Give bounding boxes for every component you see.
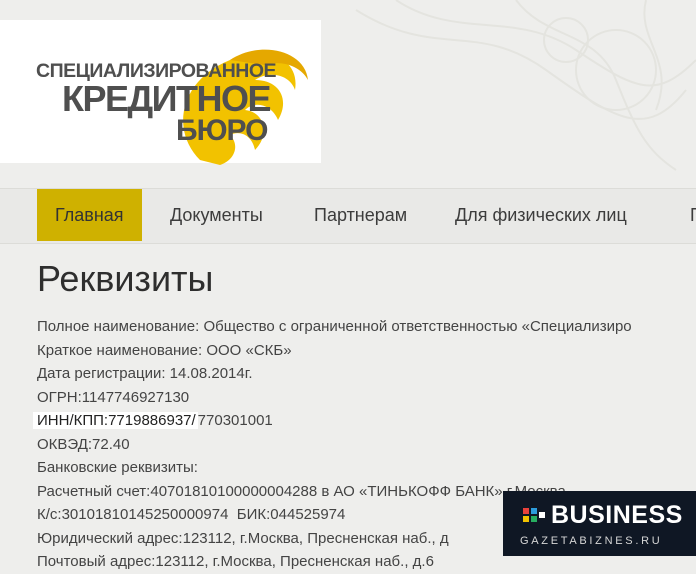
- logo-square-icon: [523, 516, 529, 522]
- inn-highlight: ИНН/КПП:7719886937/: [33, 412, 198, 429]
- page-title: Реквизиты: [37, 258, 214, 299]
- detail-okved: ОКВЭД:72.40: [37, 435, 130, 453]
- nav-item-more[interactable]: П: [690, 189, 696, 241]
- nav-item-individuals[interactable]: Для физических лиц: [455, 189, 627, 241]
- detail-full-name: Полное наименование: Общество с ограниче…: [37, 318, 632, 335]
- logo-text-line3: БЮРО: [176, 114, 268, 147]
- nav-item-home[interactable]: Главная: [37, 189, 142, 241]
- detail-inn-kpp: ИНН/КПП:7719886937/770301001: [33, 409, 696, 433]
- nav-item-partners[interactable]: Партнерам: [314, 189, 407, 241]
- watermark-badge: BUSINESS GAZETABIZNES.RU: [503, 491, 696, 556]
- logo-square-icon: [531, 508, 537, 514]
- detail-registration-date: Дата регистрации: 14.08.2014г.: [37, 365, 253, 382]
- nav-item-documents[interactable]: Документы: [170, 189, 263, 241]
- logo-square-icon: [531, 516, 537, 522]
- watermark-site: GAZETABIZNES.RU: [520, 535, 663, 547]
- company-logo[interactable]: СПЕЦИАЛИЗИРОВАННОЕ КРЕДИТНОЕ БЮРО: [0, 20, 321, 165]
- detail-bank-heading: Банковские реквизиты:: [37, 459, 198, 476]
- detail-ogrn: ОГРН:1147746927130: [37, 388, 190, 406]
- logo-square-icon: [539, 512, 545, 518]
- background-ornament: [355, 0, 696, 171]
- logo-square-icon: [523, 508, 529, 514]
- main-navigation: Главная Документы Партнерам Для физическ…: [0, 188, 696, 244]
- watermark-word: BUSINESS: [551, 501, 683, 529]
- detail-short-name: Краткое наименование: ООО «СКБ»: [37, 341, 292, 359]
